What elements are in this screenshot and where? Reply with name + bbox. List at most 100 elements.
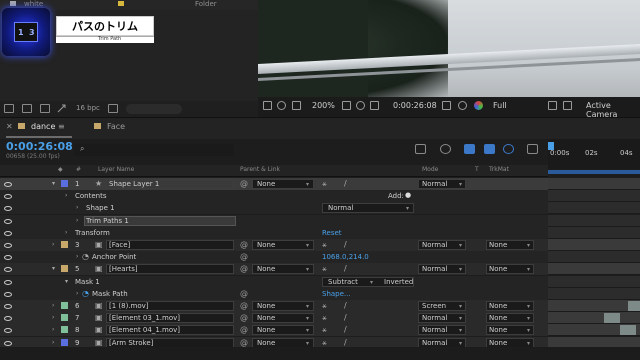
- collapse-transform-icon[interactable]: ⚹: [322, 179, 327, 189]
- expand-triangle-icon[interactable]: ›: [76, 217, 78, 224]
- quality-icon[interactable]: /: [344, 338, 347, 347]
- visibility-eye-icon[interactable]: [4, 267, 12, 272]
- layer-track[interactable]: [548, 190, 640, 202]
- shy-layers-icon[interactable]: [464, 144, 475, 154]
- visibility-eye-icon[interactable]: [4, 316, 12, 321]
- motion-blur-icon[interactable]: [503, 144, 514, 154]
- project-type-column[interactable]: Folder: [195, 0, 217, 8]
- layer-track[interactable]: [548, 227, 640, 239]
- quality-icon[interactable]: /: [344, 301, 347, 310]
- visibility-eye-icon[interactable]: [4, 328, 12, 333]
- visibility-eye-icon[interactable]: [4, 194, 12, 199]
- magnification-dropdown[interactable]: 200%: [312, 101, 335, 110]
- layer-label-color[interactable]: [61, 326, 68, 333]
- project-search-input[interactable]: [126, 104, 182, 114]
- grid-icon[interactable]: [342, 101, 351, 110]
- clip-bar[interactable]: [620, 325, 636, 335]
- visibility-eye-icon[interactable]: [4, 182, 12, 187]
- 3d-glasses-icon[interactable]: [277, 101, 286, 110]
- visibility-eye-icon[interactable]: [4, 206, 12, 211]
- new-folder-icon[interactable]: [22, 104, 32, 113]
- layer-track[interactable]: [548, 178, 640, 190]
- trash-icon[interactable]: [108, 104, 118, 113]
- expand-triangle-icon[interactable]: ›: [52, 314, 54, 321]
- layer-name[interactable]: Shape Layer 1: [109, 180, 159, 188]
- inverted-checkbox-label[interactable]: Inverted: [384, 278, 413, 286]
- layer-search-input[interactable]: [74, 144, 234, 156]
- bit-depth-button[interactable]: 16 bpc: [76, 104, 100, 112]
- graph-editor-icon[interactable]: [527, 144, 538, 154]
- layer-label-color[interactable]: [61, 241, 68, 248]
- layer-track[interactable]: [548, 239, 640, 251]
- draft-3d-icon[interactable]: [440, 144, 451, 154]
- visibility-eye-icon[interactable]: [4, 231, 12, 236]
- expand-triangle-icon[interactable]: ▾: [65, 278, 68, 285]
- close-icon[interactable]: ✕: [6, 122, 13, 131]
- layer-name[interactable]: [Hearts]: [109, 265, 138, 273]
- project-settings-icon[interactable]: [57, 104, 67, 113]
- property-row[interactable]: [0, 202, 548, 214]
- expand-triangle-icon[interactable]: ›: [76, 253, 78, 260]
- quality-icon[interactable]: /: [344, 325, 347, 334]
- property-name[interactable]: Mask Path: [92, 290, 128, 298]
- visibility-eye-icon[interactable]: [4, 304, 12, 309]
- layer-name[interactable]: [Element 04_1.mov]: [109, 326, 180, 334]
- reset-link[interactable]: Reset: [322, 229, 342, 237]
- property-name[interactable]: Transform: [75, 229, 110, 237]
- expand-triangle-icon[interactable]: ›: [76, 204, 78, 211]
- visibility-eye-icon[interactable]: [4, 292, 12, 297]
- stopwatch-icon[interactable]: ◔: [82, 252, 89, 261]
- layer-track[interactable]: [548, 202, 640, 214]
- current-time-display[interactable]: 0:00:26:08: [6, 140, 73, 153]
- pickwhip-icon[interactable]: @: [240, 179, 248, 188]
- property-value[interactable]: 1068.0,214.0: [322, 253, 369, 261]
- layer-track[interactable]: [548, 288, 640, 300]
- pickwhip-icon[interactable]: @: [240, 264, 248, 273]
- property-name[interactable]: Shape 1: [86, 204, 115, 212]
- work-area-bar[interactable]: [548, 170, 640, 174]
- layer-name[interactable]: [Arm Stroke]: [109, 339, 153, 347]
- collapse-transform-icon[interactable]: ⚹: [322, 264, 327, 274]
- tab-face[interactable]: Face: [107, 122, 125, 131]
- viewer-current-time[interactable]: 0:00:26:08: [393, 101, 437, 110]
- camera-snapshot-icon[interactable]: [442, 101, 451, 110]
- pickwhip-icon[interactable]: @: [240, 240, 248, 249]
- layer-track[interactable]: [548, 276, 640, 288]
- always-preview-icon[interactable]: [263, 101, 272, 110]
- layer-track[interactable]: [548, 300, 640, 312]
- expand-triangle-icon[interactable]: ›: [52, 326, 54, 333]
- pickwhip-icon[interactable]: @: [240, 325, 248, 334]
- layer-label-color[interactable]: [61, 339, 68, 346]
- composition-flowchart-icon[interactable]: [415, 144, 426, 154]
- region-of-interest-icon[interactable]: [370, 101, 379, 110]
- pickwhip-icon[interactable]: @: [240, 289, 248, 298]
- pickwhip-icon[interactable]: @: [240, 301, 248, 310]
- layer-track[interactable]: [548, 263, 640, 275]
- expand-triangle-icon[interactable]: ▾: [52, 180, 55, 187]
- collapse-transform-icon[interactable]: ⚹: [322, 325, 327, 335]
- visibility-eye-icon[interactable]: [4, 280, 12, 285]
- layer-label-color[interactable]: [61, 180, 68, 187]
- title-safe-icon[interactable]: [356, 101, 365, 110]
- pickwhip-icon[interactable]: @: [240, 252, 248, 261]
- collapse-transform-icon[interactable]: ⚹: [322, 313, 327, 323]
- collapse-transform-icon[interactable]: ⚹: [322, 240, 327, 250]
- expand-triangle-icon[interactable]: ▾: [52, 265, 55, 272]
- interpret-footage-icon[interactable]: [4, 104, 14, 113]
- property-name[interactable]: Contents: [75, 192, 107, 200]
- composition-viewer[interactable]: [258, 0, 640, 97]
- expand-triangle-icon[interactable]: ›: [52, 339, 54, 346]
- frame-blending-icon[interactable]: [484, 144, 495, 154]
- stopwatch-icon[interactable]: ◔: [82, 289, 89, 298]
- property-name[interactable]: Anchor Point: [92, 253, 136, 261]
- layer-label-color[interactable]: [61, 265, 68, 272]
- resolution-dropdown[interactable]: Full: [493, 101, 507, 110]
- visibility-eye-icon[interactable]: [4, 243, 12, 248]
- mask-visibility-icon[interactable]: [292, 101, 301, 110]
- expand-triangle-icon[interactable]: ›: [52, 241, 54, 248]
- clip-bar[interactable]: [604, 313, 620, 323]
- expand-triangle-icon[interactable]: ›: [52, 302, 54, 309]
- quality-icon[interactable]: /: [344, 264, 347, 273]
- layer-track[interactable]: [548, 251, 640, 263]
- project-name-column[interactable]: white: [24, 0, 43, 8]
